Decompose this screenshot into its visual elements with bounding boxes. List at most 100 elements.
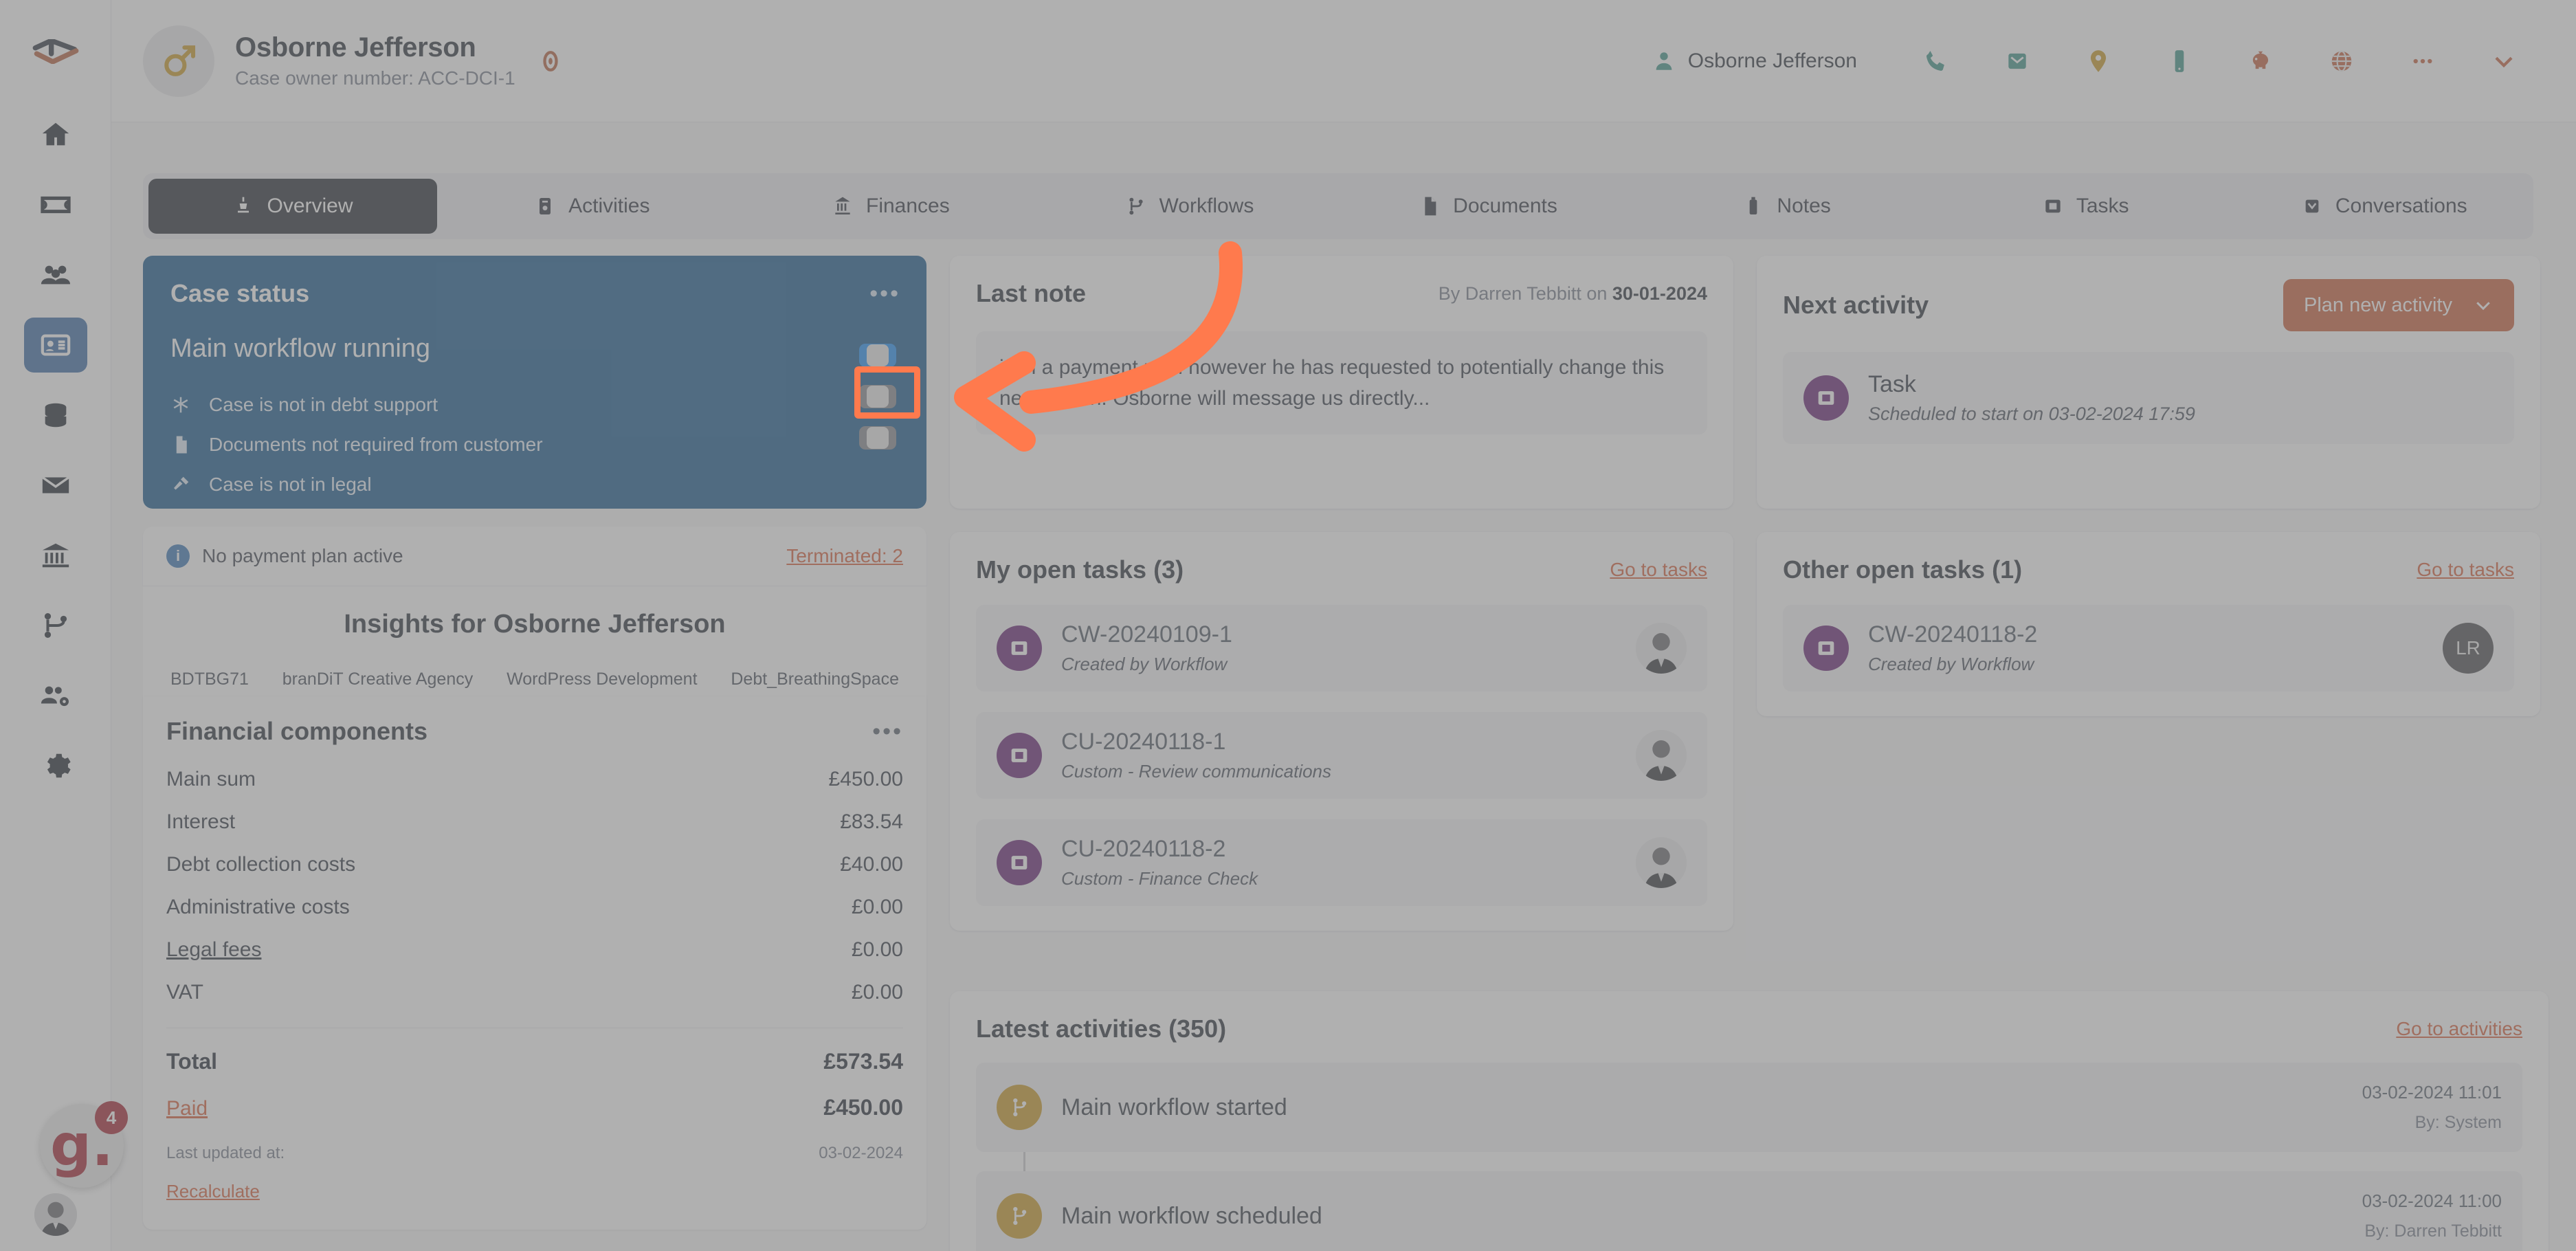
sidebar-item-customers[interactable] — [24, 247, 87, 302]
documents-required-toggle[interactable] — [859, 385, 896, 408]
insight-chip[interactable]: branDiT Creative Agency — [282, 669, 473, 689]
last-note-date: 30-01-2024 — [1612, 283, 1707, 304]
latest-activities-header: Latest activities (350) Go to activities — [950, 991, 2549, 1043]
chevron-down-icon — [2476, 302, 2490, 311]
insights-section: Insights for Osborne Jefferson BDTBG71 b… — [143, 586, 926, 696]
sidebar-item-data[interactable] — [24, 388, 87, 443]
sidebar-item-finance[interactable] — [24, 528, 87, 583]
globe-icon[interactable] — [2301, 37, 2382, 85]
workflow-icon — [997, 1193, 1042, 1239]
financial-title: Financial components — [166, 717, 428, 745]
financial-header: Financial components ••• — [166, 717, 903, 746]
go-to-tasks-link[interactable]: Go to tasks — [1610, 559, 1707, 581]
sidebar-item-mail[interactable] — [24, 458, 87, 513]
last-note-header: Last note By Darren Tebbitt on 30-01-202… — [950, 256, 1733, 308]
activity-row[interactable]: Main workflow scheduled 03-02-2024 11:00… — [976, 1171, 2522, 1251]
chevron-glyph-icon — [2495, 56, 2513, 67]
task-subtitle: Created by Workflow — [1868, 654, 2034, 674]
avatar — [1636, 837, 1687, 888]
documents-icon — [1425, 197, 1436, 216]
tab-notes[interactable]: Notes — [1643, 179, 1931, 234]
financial-total-row: Total £573.54 — [166, 1049, 903, 1074]
eye-icon[interactable] — [539, 49, 562, 73]
financial-paid-link[interactable]: Paid — [166, 1097, 208, 1120]
case-status-row-debt-support: Case is not in debt support — [170, 394, 899, 416]
page-title: Osborne Jefferson — [235, 32, 476, 63]
phone-icon[interactable] — [1896, 37, 1977, 85]
workflow-icon — [997, 1085, 1042, 1130]
financial-paid-value: £450.00 — [823, 1095, 903, 1120]
sidebar-item-teams[interactable] — [24, 668, 87, 723]
tab-conversations[interactable]: Conversations — [2240, 179, 2528, 234]
debt-support-toggle[interactable] — [859, 344, 896, 367]
terminated-plans-link[interactable]: Terminated: 2 — [786, 545, 903, 567]
case-status-menu-icon[interactable]: ••• — [869, 280, 900, 307]
tab-workflows-label: Workflows — [1159, 195, 1254, 217]
go-to-tasks-link[interactable]: Go to tasks — [2417, 559, 2514, 581]
task-icon — [997, 840, 1042, 885]
header-user[interactable]: Osborne Jefferson — [1652, 49, 1857, 73]
flow-logo-icon — [32, 39, 78, 64]
task-row[interactable]: CU-20240118-2 Custom - Finance Check — [976, 819, 1707, 906]
go-to-activities-link[interactable]: Go to activities — [2396, 1018, 2522, 1040]
workflows-icon — [1129, 197, 1143, 215]
insight-chip[interactable]: Debt_BreathingSpace — [731, 669, 899, 689]
app-logo[interactable] — [32, 27, 79, 76]
tab-finances-label: Finances — [866, 195, 950, 217]
tab-activities[interactable]: Activities — [448, 179, 736, 234]
last-note-body[interactable]: is in a payment plan however he has requ… — [976, 331, 1707, 434]
person-identity: Osborne Jefferson Case owner number: ACC… — [235, 32, 515, 89]
next-activity-item[interactable]: Task Scheduled to start on 03-02-2024 17… — [1783, 352, 2514, 444]
sidebar-item-settings[interactable] — [24, 738, 87, 793]
tab-overview-label: Overview — [267, 195, 353, 217]
tab-workflows[interactable]: Workflows — [1045, 179, 1333, 234]
email-icon[interactable] — [1977, 37, 2058, 85]
legal-toggle[interactable] — [859, 426, 896, 450]
task-row[interactable]: CU-20240118-1 Custom - Review communicat… — [976, 712, 1707, 799]
mobile-glyph-icon — [2175, 49, 2184, 72]
sidebar-item-cases[interactable] — [24, 177, 87, 232]
tasks-icon — [2045, 199, 2061, 213]
financial-total-value: £573.54 — [823, 1049, 903, 1074]
tab-bar: Overview Activities Finances Workflows D… — [143, 173, 2533, 239]
task-icon — [1803, 626, 1849, 671]
sidebar-item-contacts[interactable] — [23, 318, 87, 373]
location-icon[interactable] — [2058, 37, 2139, 85]
chevron-down-icon[interactable] — [2463, 37, 2544, 85]
other-open-tasks-title: Other open tasks (1) — [1783, 555, 2023, 584]
piggy-bank-icon[interactable] — [2220, 37, 2301, 85]
task-row[interactable]: CW-20240118-2 Created by Workflow LR — [1783, 605, 2514, 691]
current-user-avatar[interactable] — [34, 1193, 77, 1236]
plan-new-activity-button[interactable]: Plan new activity — [2283, 279, 2514, 331]
tab-notes-label: Notes — [1777, 195, 1831, 217]
tab-finances[interactable]: Finances — [747, 179, 1035, 234]
tab-documents[interactable]: Documents — [1344, 179, 1632, 234]
mobile-icon[interactable] — [2139, 37, 2220, 85]
more-horizontal-icon[interactable] — [2382, 37, 2463, 85]
sidebar-item-home[interactable] — [24, 107, 87, 162]
tab-tasks[interactable]: Tasks — [1942, 179, 2230, 234]
latest-activities-card: Latest activities (350) Go to activities… — [950, 991, 2549, 1251]
support-widget-badge-count: 4 — [95, 1101, 128, 1134]
financial-menu-icon[interactable]: ••• — [872, 718, 903, 745]
financial-row-legal-fees[interactable]: Legal fees £0.00 — [166, 938, 903, 962]
recalculate-link[interactable]: Recalculate — [166, 1181, 903, 1202]
sidebar-item-workflows[interactable] — [24, 598, 87, 653]
insight-chip[interactable]: WordPress Development — [507, 669, 697, 689]
tab-overview[interactable]: Overview — [148, 179, 437, 234]
sidebar-footer — [0, 1193, 111, 1236]
case-owner-number: Case owner number: ACC-DCI-1 — [235, 67, 515, 89]
case-status-row-label: Documents not required from customer — [209, 434, 543, 455]
task-row[interactable]: CW-20240109-1 Created by Workflow — [976, 605, 1707, 691]
overview-icon — [238, 197, 249, 213]
left-column: Case status ••• Main workflow running Ca… — [143, 256, 926, 1230]
task-texts: CU-20240118-2 Custom - Finance Check — [1061, 836, 1617, 889]
insight-chip[interactable]: BDTBG71 — [170, 669, 249, 689]
support-widget[interactable]: g. 4 — [40, 1101, 128, 1188]
task-icon — [997, 626, 1042, 671]
task-icon — [1803, 375, 1849, 421]
next-activity-header: Next activity Plan new activity — [1757, 256, 2540, 331]
activity-row[interactable]: Main workflow started 03-02-2024 11:01 B… — [976, 1063, 2522, 1171]
next-activity-item-subtitle: Scheduled to start on 03-02-2024 17:59 — [1868, 403, 2195, 424]
financial-row: VAT £0.00 — [166, 981, 903, 1004]
